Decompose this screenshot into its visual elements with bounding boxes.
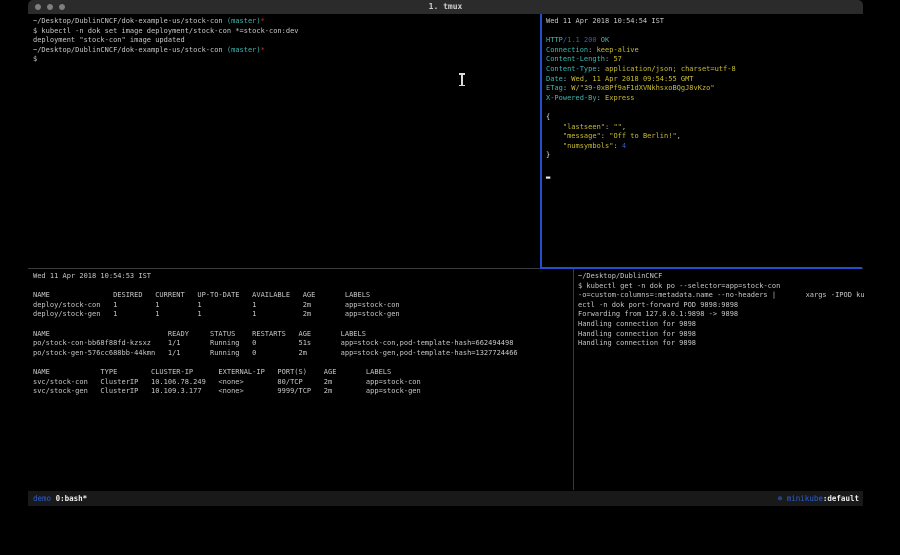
status-left: demo 0:bash* [33, 491, 87, 506]
terminal-line: po/stock-gen-576cc688bb-44kmn 1/1 Runnin… [33, 349, 576, 359]
terminal-line: $ [33, 55, 543, 65]
terminal-line: Wed 11 Apr 2018 10:54:54 IST [546, 17, 865, 27]
terminal-line: Handling connection for 9898 [578, 339, 864, 349]
terminal-line: svc/stock-gen ClusterIP 10.109.3.177 <no… [33, 387, 576, 397]
terminal-line: "lastseen": "", [546, 123, 865, 133]
kube-context: minikube [782, 494, 823, 503]
terminal-line: "numsymbols": 4 [546, 142, 865, 152]
session-name: demo [33, 494, 51, 503]
terminal-line: ~/Desktop/DublinCNCF [578, 272, 864, 282]
terminal-line: svc/stock-con ClusterIP 10.106.78.249 <n… [33, 378, 576, 388]
terminal-line: deploy/stock-gen 1 1 1 1 2m app=stock-ge… [33, 310, 576, 320]
terminal-line [33, 358, 576, 368]
terminal-line: $ kubectl -n dok set image deployment/st… [33, 27, 543, 37]
window-titlebar[interactable]: 1. tmux [28, 0, 863, 14]
terminal-line: deployment "stock-con" image updated [33, 36, 543, 46]
tmux-pane-http-response[interactable]: Wed 11 Apr 2018 10:54:54 IST HTTP/1.1 20… [542, 15, 865, 269]
mouse-ibeam-cursor [458, 73, 465, 86]
active-pane-border-left[interactable] [540, 14, 542, 268]
terminal-line [546, 103, 865, 113]
terminal-line: "message": "Off to Berlin!", [546, 132, 865, 142]
terminal-line: Connection: keep-alive [546, 46, 865, 56]
terminal-line: { [546, 113, 865, 123]
terminal-line [546, 161, 865, 171]
terminal-line: ▂ [546, 171, 865, 181]
terminal-line: NAME DESIRED CURRENT UP-TO-DATE AVAILABL… [33, 291, 576, 301]
terminal-line: NAME READY STATUS RESTARTS AGE LABELS [33, 330, 576, 340]
terminal-line: ~/Desktop/DublinCNCF/dok-example-us/stoc… [33, 17, 543, 27]
terminal-line: Content-Length: 57 [546, 55, 865, 65]
terminal-line: ~/Desktop/DublinCNCF/dok-example-us/stoc… [33, 46, 543, 56]
terminal-line [33, 320, 576, 330]
terminal-line: ectl -n dok port-forward POD 9898:9898 [578, 301, 864, 311]
terminal-window: 1. tmux ~/Desktop/DublinCNCF/dok-example… [28, 0, 863, 507]
kube-namespace: :default [823, 494, 859, 503]
window-tab-bash[interactable]: 0:bash* [56, 494, 88, 503]
terminal-line: Content-Type: application/json; charset=… [546, 65, 865, 75]
terminal-line: ETag: W/"39-0xBPf9aF1dXVNkhsxoBQgJ8vKzo" [546, 84, 865, 94]
terminal-line: -o=custom-columns=:metadata.name --no-he… [578, 291, 864, 301]
active-pane-border-bottom[interactable] [540, 267, 862, 269]
window-title: 1. tmux [28, 0, 863, 14]
terminal-line: } [546, 151, 865, 161]
tmux-pane-port-forward[interactable]: ~/Desktop/DublinCNCF$ kubectl get -n dok… [575, 270, 864, 491]
status-right: ☸ minikube:default [778, 491, 859, 506]
terminal-line: Forwarding from 127.0.0.1:9898 -> 9898 [578, 310, 864, 320]
terminal-line: HTTP/1.1 200 OK [546, 36, 865, 46]
terminal-line: Handling connection for 9898 [578, 330, 864, 340]
tmux-pane-shell-top-left[interactable]: ~/Desktop/DublinCNCF/dok-example-us/stoc… [28, 15, 543, 269]
pane-divider-vertical-bottom[interactable] [573, 269, 574, 490]
tmux-status-bar: demo 0:bash* ☸ minikube:default [28, 491, 863, 506]
terminal-line: X-Powered-By: Express [546, 94, 865, 104]
terminal-line: $ kubectl get -n dok po --selector=app=s… [578, 282, 864, 292]
terminal-line: deploy/stock-con 1 1 1 1 2m app=stock-co… [33, 301, 576, 311]
terminal-line: NAME TYPE CLUSTER-IP EXTERNAL-IP PORT(S)… [33, 368, 576, 378]
terminal-line: Handling connection for 9898 [578, 320, 864, 330]
terminal-line: po/stock-con-bb68f88fd-kzsxz 1/1 Running… [33, 339, 576, 349]
terminal-line: Wed 11 Apr 2018 10:54:53 IST [33, 272, 576, 282]
tmux-pane-kubectl-get-watch[interactable]: Wed 11 Apr 2018 10:54:53 IST NAME DESIRE… [28, 270, 576, 491]
terminal-line: Date: Wed, 11 Apr 2018 09:54:55 GMT [546, 75, 865, 85]
terminal-line [546, 27, 865, 37]
terminal-line [33, 282, 576, 292]
